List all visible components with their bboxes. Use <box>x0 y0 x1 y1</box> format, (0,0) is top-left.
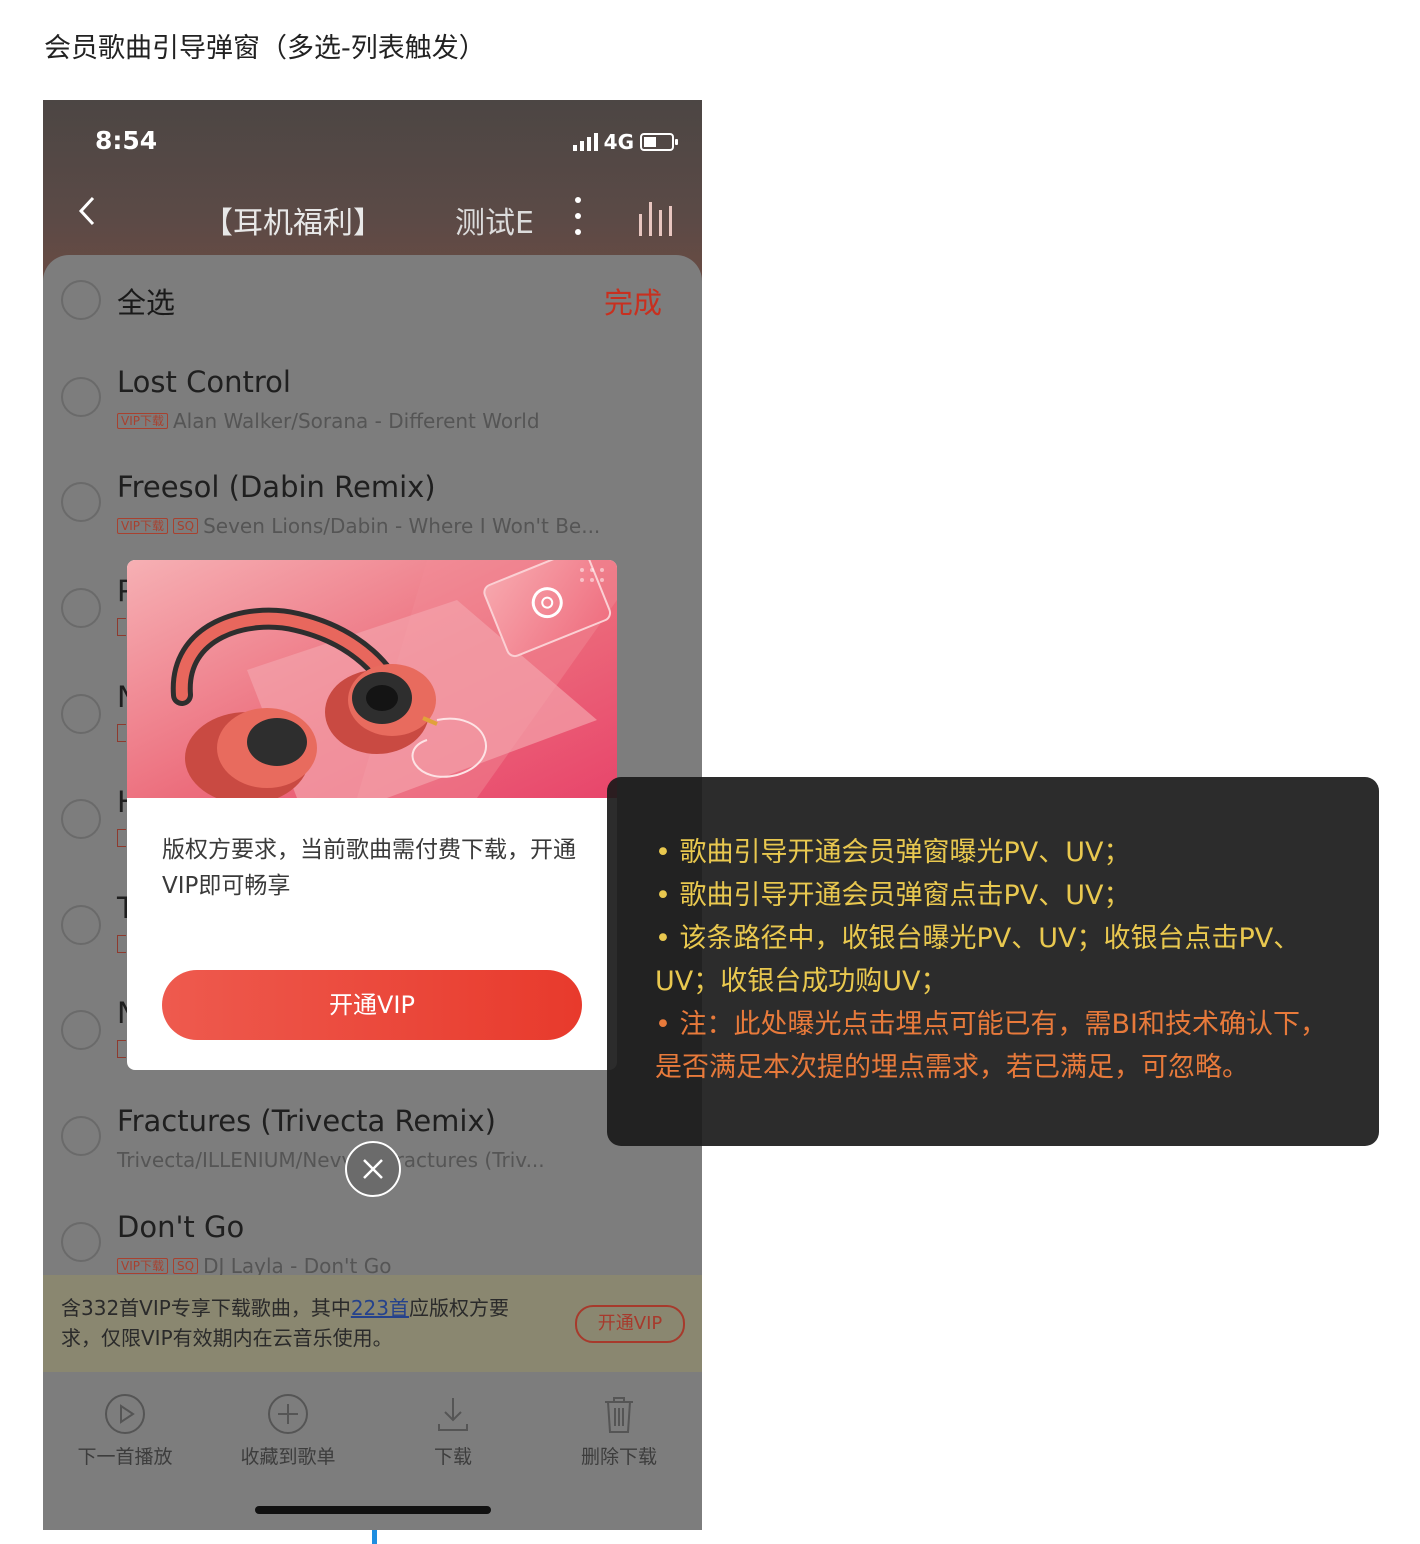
dialog-message: 版权方要求，当前歌曲需付费下载，开通VIP即可畅享 <box>162 837 576 899</box>
song-checkbox[interactable] <box>61 1010 101 1050</box>
tool-label: 收藏到歌单 <box>240 1446 336 1468</box>
song-row[interactable]: Lost Control VIP下载 Alan Walker/Sorana - … <box>43 365 702 470</box>
song-checkbox[interactable] <box>61 905 101 945</box>
signal-icon <box>572 133 598 151</box>
nav-title-right: 测试E <box>455 206 534 241</box>
song-title: Fractures (Trivecta Remix) <box>117 1104 496 1138</box>
vip-notice-text: 含332首VIP专享下载歌曲，其中223首应版权方要求，仅限VIP有效期内在云音… <box>61 1293 531 1353</box>
open-vip-button[interactable]: 开通VIP <box>162 970 582 1040</box>
done-button[interactable]: 完成 <box>604 280 662 322</box>
close-icon <box>363 1159 383 1179</box>
badge-fragment <box>117 724 126 742</box>
note-line: • 歌曲引导开通会员弹窗曝光PV、UV； <box>655 837 1131 868</box>
song-subtitle-row: Trivecta/ILLENIUM/Nevve - Fractures (Tri… <box>117 1148 545 1172</box>
notice-count-link[interactable]: 223首 <box>351 1296 409 1320</box>
song-checkbox[interactable] <box>61 377 101 417</box>
trash-icon <box>605 1397 633 1433</box>
song-title: Lost Control <box>117 365 291 399</box>
vip-download-badge: VIP下载 <box>117 518 168 534</box>
vip-download-badge: VIP下载 <box>117 1258 168 1274</box>
tool-label: 下载 <box>433 1446 472 1468</box>
status-indicators: 4G <box>572 130 678 154</box>
select-all-checkbox[interactable] <box>61 280 101 320</box>
song-subtitle-row: VIP下载 Alan Walker/Sorana - Different Wor… <box>117 409 540 433</box>
badge-fragment <box>117 829 126 847</box>
song-checkbox[interactable] <box>61 694 101 734</box>
bottom-toolbar: 下一首播放 收藏到歌单 下载 删除下载 <box>43 1372 702 1482</box>
note-line: • 该条路径中，收银台曝光PV、UV；收银台点击PV、 <box>655 923 1301 954</box>
add-to-playlist-button[interactable]: 收藏到歌单 <box>218 1392 358 1469</box>
tool-label: 删除下载 <box>580 1446 657 1468</box>
vip-download-badge: VIP下载 <box>117 413 168 429</box>
play-next-icon <box>105 1394 145 1434</box>
document-title: 会员歌曲引导弹窗（多选-列表触发） <box>44 33 486 64</box>
nav-bar: 【耳机福利】 测试E <box>43 188 702 248</box>
note-line: • 歌曲引导开通会员弹窗点击PV、UV； <box>655 880 1131 911</box>
playing-bars-icon[interactable] <box>637 198 677 238</box>
back-arrow-icon[interactable] <box>73 196 103 226</box>
badge-fragment <box>117 935 126 953</box>
headphones-illustration <box>127 560 617 798</box>
badge-fragment <box>117 1040 126 1058</box>
close-dialog-button[interactable] <box>345 1141 401 1197</box>
add-to-playlist-icon <box>268 1394 308 1434</box>
note-line: UV；收银台成功购UV； <box>655 966 948 997</box>
battery-icon <box>640 133 678 151</box>
song-artist-album: Seven Lions/Dabin - Where I Won't Be... <box>203 514 601 538</box>
network-type: 4G <box>603 130 634 154</box>
song-subtitle-row: VIP下载 SQ Seven Lions/Dabin - Where I Won… <box>117 514 600 538</box>
note-line: 是否满足本次提的埋点需求，若已满足，可忽略。 <box>655 1052 1249 1083</box>
home-indicator <box>255 1506 491 1514</box>
song-title: Freesol (Dabin Remix) <box>117 470 436 504</box>
more-dots-icon[interactable] <box>571 194 585 238</box>
play-next-button[interactable]: 下一首播放 <box>55 1392 195 1469</box>
song-checkbox[interactable] <box>61 1116 101 1156</box>
open-vip-banner-button[interactable]: 开通VIP <box>575 1305 685 1343</box>
select-all-row: 全选 完成 <box>43 280 702 330</box>
download-button[interactable]: 下载 <box>383 1392 523 1469</box>
tool-label: 下一首播放 <box>77 1446 173 1468</box>
download-icon <box>438 1398 468 1431</box>
status-time: 8:54 <box>95 126 158 155</box>
select-all-label[interactable]: 全选 <box>117 280 175 322</box>
annotation-note: • 歌曲引导开通会员弹窗曝光PV、UV； • 歌曲引导开通会员弹窗点击PV、UV… <box>607 777 1379 1146</box>
vip-guide-dialog: 版权方要求，当前歌曲需付费下载，开通VIP即可畅享 开通VIP <box>127 560 617 1070</box>
song-artist-album: Alan Walker/Sorana - Different World <box>173 409 540 433</box>
song-checkbox[interactable] <box>61 799 101 839</box>
connector-line <box>372 1530 377 1544</box>
sq-badge: SQ <box>173 1258 199 1274</box>
vip-notice-banner: 含332首VIP专享下载歌曲，其中223首应版权方要求，仅限VIP有效期内在云音… <box>43 1275 702 1372</box>
notice-text-part: 含332首VIP专享下载歌曲，其中 <box>61 1296 351 1320</box>
song-title: Don't Go <box>117 1210 245 1244</box>
badge-fragment <box>117 618 126 636</box>
nav-title-left: 【耳机福利】 <box>203 206 383 241</box>
song-checkbox[interactable] <box>61 482 101 522</box>
note-line: • 注：此处曝光点击埋点可能已有，需BI和技术确认下， <box>655 1009 1327 1040</box>
song-artist-album: Trivecta/ILLENIUM/Nevve - Fractures (Tri… <box>117 1148 545 1172</box>
sq-badge: SQ <box>173 518 199 534</box>
song-checkbox[interactable] <box>61 1222 101 1262</box>
delete-download-button[interactable]: 删除下载 <box>549 1392 689 1469</box>
song-checkbox[interactable] <box>61 588 101 628</box>
